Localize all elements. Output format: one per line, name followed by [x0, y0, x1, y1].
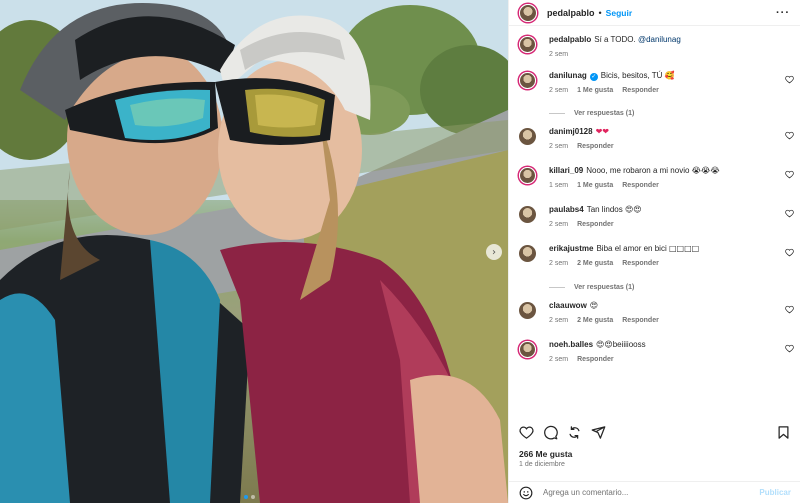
comment-username[interactable]: danilunag [549, 71, 587, 80]
view-replies-label[interactable]: Ver respuestas (1) [574, 110, 634, 117]
replies-dash [549, 286, 565, 288]
comment-likes[interactable]: 2 Me gusta [577, 260, 613, 267]
comment-username[interactable]: noeh.balles [549, 340, 593, 349]
comment-avatar[interactable] [519, 167, 536, 184]
comment-avatar[interactable] [519, 128, 536, 145]
post-date: 1 de diciembre [519, 461, 565, 468]
comment-time: 2 sem [549, 87, 569, 94]
comment-item: paulabs4 Tan lindos 😍😍 2 sem Responder [509, 204, 800, 243]
bookmark-icon[interactable] [776, 425, 791, 440]
comment-heart-icon[interactable] [785, 75, 794, 84]
comment-emoji: 😍😍 [624, 205, 642, 214]
comment-likes[interactable]: 2 Me gusta [577, 317, 613, 324]
caption: pedalpablo Sí a TODO. @danilunag 2 sem [509, 34, 800, 70]
comment-emoji: 🥰 [664, 71, 675, 80]
view-replies-button[interactable]: Ver respuestas (1) [509, 101, 800, 126]
comment-username[interactable]: killari_09 [549, 166, 583, 175]
comment-item: killari_09 Nooo, me robaron a mi novio 😭😭… [509, 165, 800, 204]
comment-list[interactable]: pedalpablo Sí a TODO. @danilunag 2 sem da… [509, 34, 800, 370]
comment-username[interactable]: claauwow [549, 301, 587, 310]
comment-likes[interactable]: 1 Me gusta [577, 87, 613, 94]
comment-text: Tan lindos [586, 205, 623, 214]
comment-emoji: 😍 [589, 301, 599, 310]
comment-item: noeh.balles 😍😍beiiiiooss 2 sem Responder [509, 339, 800, 370]
reply-button[interactable]: Responder [622, 260, 659, 267]
comment-avatar[interactable] [519, 245, 536, 262]
comment-username[interactable]: erikajustme [549, 244, 593, 253]
author-username[interactable]: pedalpablo [547, 8, 595, 18]
comment-avatar[interactable] [519, 206, 536, 223]
comments-panel: pedalpablo • Seguir ··· pedalpablo Sí a T… [508, 0, 800, 503]
repost-icon[interactable] [567, 425, 582, 440]
reply-button[interactable]: Responder [622, 182, 659, 189]
reply-button[interactable]: Responder [622, 87, 659, 94]
comment-text: Nooo, me robaron a mi novio [586, 166, 690, 175]
reply-button[interactable]: Responder [622, 317, 659, 324]
comment-heart-icon[interactable] [785, 131, 794, 140]
comment-avatar[interactable] [519, 72, 536, 89]
comment-heart-icon[interactable] [785, 170, 794, 179]
comment-heart-icon[interactable] [785, 305, 794, 314]
comment-text: Biba el amor en bici [596, 244, 667, 253]
carousel-dot-active [244, 495, 248, 499]
comment-item: erikajustme Biba el amor en bici □□□□ 2 s… [509, 243, 800, 274]
smiley-icon[interactable] [519, 486, 533, 500]
comment-item: danilunag ✓ Bicis, besitos, TÚ 🥰 2 sem 1 Me… [509, 70, 800, 101]
comment-time: 2 sem [549, 143, 569, 150]
caption-username[interactable]: pedalpablo [549, 35, 591, 44]
add-comment-bar: Publicar [509, 481, 800, 503]
comment-text: Bicis, besitos, TÚ [600, 71, 663, 80]
comment-heart-icon[interactable] [785, 209, 794, 218]
comment-likes[interactable]: 1 Me gusta [577, 182, 613, 189]
caption-mention[interactable]: @danilunag [638, 35, 681, 44]
heart-icon[interactable] [519, 425, 534, 440]
header-separator: • [598, 7, 602, 18]
comment-emoji: □□□□ [668, 244, 700, 253]
replies-dash [549, 113, 565, 114]
selfie-image [0, 0, 508, 503]
comment-item: danimj0128 ❤❤ 2 sem Responder [509, 126, 800, 165]
comment-emoji: 😍😍 [596, 340, 613, 349]
comment-text: beiiiiooss [612, 340, 646, 349]
publish-button[interactable]: Publicar [759, 488, 791, 497]
comment-heart-icon[interactable] [785, 344, 794, 353]
share-icon[interactable] [591, 425, 606, 440]
comment-time: 2 sem [549, 356, 569, 363]
follow-button[interactable]: Seguir [606, 8, 632, 18]
more-options-button[interactable]: ··· [776, 7, 790, 19]
comment-avatar[interactable] [519, 341, 536, 358]
caption-text: Sí a TODO. [594, 35, 638, 44]
comment-time: 2 sem [549, 317, 569, 324]
reply-button[interactable]: Responder [577, 143, 614, 150]
post-header: pedalpablo • Seguir ··· [509, 0, 800, 26]
post-actions [509, 422, 800, 442]
reply-button[interactable]: Responder [577, 356, 614, 363]
verified-badge-icon: ✓ [589, 73, 598, 81]
likes-count[interactable]: 266 Me gusta [519, 449, 572, 459]
carousel-dot [251, 495, 255, 499]
comment-avatar[interactable] [519, 302, 536, 319]
post-photo[interactable]: › [0, 0, 508, 503]
view-replies-label[interactable]: Ver respuestas (1) [574, 284, 634, 291]
caption-avatar[interactable] [519, 36, 536, 53]
comment-username[interactable]: danimj0128 [549, 127, 593, 136]
carousel-indicator [244, 495, 255, 499]
carousel-next-button[interactable]: › [486, 244, 502, 260]
view-replies-button[interactable]: Ver respuestas (1) [509, 274, 800, 300]
comment-item: claauwow 😍 2 sem 2 Me gusta Responder [509, 300, 800, 339]
comment-username[interactable]: paulabs4 [549, 205, 584, 214]
comment-icon[interactable] [543, 425, 558, 440]
comment-emoji: ❤❤ [595, 127, 609, 136]
comment-time: 2 sem [549, 260, 569, 267]
comment-emoji: 😭😭😭 [691, 166, 720, 175]
reply-button[interactable]: Responder [577, 221, 614, 228]
comment-input[interactable] [543, 488, 753, 497]
caption-time: 2 sem [549, 51, 569, 58]
comment-heart-icon[interactable] [785, 248, 794, 257]
author-avatar[interactable] [519, 3, 537, 22]
comment-time: 2 sem [549, 221, 569, 228]
comment-time: 1 sem [549, 182, 569, 189]
